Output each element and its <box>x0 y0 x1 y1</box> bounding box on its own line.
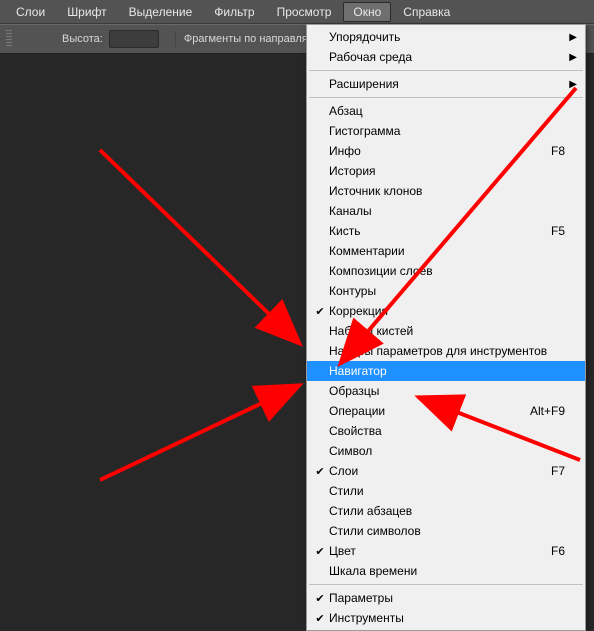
menu-item-shortcut: F6 <box>551 544 565 558</box>
height-label: Высота: <box>62 33 103 45</box>
menu-item-label: Наборы параметров для инструментов <box>329 344 565 358</box>
menu-item-label: История <box>329 164 565 178</box>
menu-item[interactable]: ОперацииAlt+F9 <box>307 401 585 421</box>
menu-item-label: Источник клонов <box>329 184 565 198</box>
menu-item-shortcut: F5 <box>551 224 565 238</box>
menu-item[interactable]: Стили <box>307 481 585 501</box>
menu-item-label: Контуры <box>329 284 565 298</box>
menu-item-shortcut: Alt+F9 <box>530 404 565 418</box>
menu-item[interactable]: Наборы параметров для инструментов <box>307 341 585 361</box>
menu-item-label: Каналы <box>329 204 565 218</box>
menu-item[interactable]: Рабочая среда ▶ <box>307 47 585 67</box>
menu-item-label: Кисть <box>329 224 551 238</box>
menu-separator <box>309 584 583 585</box>
menubar-item-6[interactable]: Справка <box>393 2 460 22</box>
menu-item-label: Параметры <box>329 591 565 605</box>
menu-item-label: Навигатор <box>329 364 565 378</box>
menu-item-label: Стили абзацев <box>329 504 565 518</box>
menu-item[interactable]: Образцы <box>307 381 585 401</box>
menu-item-label: Коррекция <box>329 304 565 318</box>
menu-item-label: Комментарии <box>329 244 565 258</box>
menu-item-label: Стили <box>329 484 565 498</box>
menu-item[interactable]: Абзац <box>307 101 585 121</box>
menubar-item-2[interactable]: Выделение <box>119 2 203 22</box>
menubar: СлоиШрифтВыделениеФильтрПросмотрОкноСпра… <box>0 0 594 24</box>
toolbar-handle <box>6 30 12 48</box>
menu-item[interactable]: Символ <box>307 441 585 461</box>
menu-item[interactable]: ✔СлоиF7 <box>307 461 585 481</box>
menu-item-label: Расширения <box>329 77 565 91</box>
menu-item-label: Операции <box>329 404 530 418</box>
menu-item[interactable]: Шкала времени <box>307 561 585 581</box>
menu-item[interactable]: КистьF5 <box>307 221 585 241</box>
menu-item-shortcut: F8 <box>551 144 565 158</box>
menu-item-label: Цвет <box>329 544 551 558</box>
menu-item-label: Композиции слоев <box>329 264 565 278</box>
menu-item-label: Гистограмма <box>329 124 565 138</box>
submenu-arrow-icon: ▶ <box>569 79 577 90</box>
checkmark-icon: ✔ <box>311 305 329 318</box>
menu-item[interactable]: Стили абзацев <box>307 501 585 521</box>
menubar-item-0[interactable]: Слои <box>6 2 55 22</box>
menu-item[interactable]: ✔Коррекция <box>307 301 585 321</box>
menu-item-label: Рабочая среда <box>329 50 565 64</box>
menubar-item-1[interactable]: Шрифт <box>57 2 116 22</box>
checkmark-icon: ✔ <box>311 545 329 558</box>
checkmark-icon: ✔ <box>311 612 329 625</box>
menu-separator <box>309 97 583 98</box>
menu-item[interactable]: ✔Параметры <box>307 588 585 608</box>
menubar-item-5[interactable]: Окно <box>343 2 391 22</box>
menu-separator <box>309 70 583 71</box>
menu-item[interactable]: Наборы кистей <box>307 321 585 341</box>
height-input[interactable] <box>109 30 159 48</box>
menu-item[interactable]: Расширения ▶ <box>307 74 585 94</box>
menu-item[interactable]: Комментарии <box>307 241 585 261</box>
submenu-arrow-icon: ▶ <box>569 32 577 43</box>
menu-item[interactable]: Свойства <box>307 421 585 441</box>
menubar-item-3[interactable]: Фильтр <box>204 2 264 22</box>
menu-item-label: Упорядочить <box>329 30 565 44</box>
menu-item[interactable]: Навигатор <box>307 361 585 381</box>
menu-item[interactable]: ✔ЦветF6 <box>307 541 585 561</box>
checkmark-icon: ✔ <box>311 465 329 478</box>
menu-item-label: Шкала времени <box>329 564 565 578</box>
menu-item[interactable]: Стили символов <box>307 521 585 541</box>
menu-item-label: Символ <box>329 444 565 458</box>
menu-item-label: Абзац <box>329 104 565 118</box>
menu-item[interactable]: История <box>307 161 585 181</box>
menubar-item-4[interactable]: Просмотр <box>267 2 342 22</box>
menu-item-label: Стили символов <box>329 524 565 538</box>
menu-item[interactable]: Композиции слоев <box>307 261 585 281</box>
menu-item[interactable]: Гистограмма <box>307 121 585 141</box>
menu-item-shortcut: F7 <box>551 464 565 478</box>
menu-item-label: Инфо <box>329 144 551 158</box>
window-menu-dropdown: Упорядочить ▶ Рабочая среда ▶ Расширения ▶ Абз… <box>306 24 586 631</box>
menu-item-label: Свойства <box>329 424 565 438</box>
menu-item[interactable]: Источник клонов <box>307 181 585 201</box>
menu-item-label: Наборы кистей <box>329 324 565 338</box>
menu-item[interactable]: ИнфоF8 <box>307 141 585 161</box>
submenu-arrow-icon: ▶ <box>569 52 577 63</box>
menu-item-label: Образцы <box>329 384 565 398</box>
menu-item[interactable]: ✔Инструменты <box>307 608 585 628</box>
menu-item[interactable]: Упорядочить ▶ <box>307 27 585 47</box>
menu-item[interactable]: Каналы <box>307 201 585 221</box>
menu-item-label: Инструменты <box>329 611 565 625</box>
menu-item-label: Слои <box>329 464 551 478</box>
checkmark-icon: ✔ <box>311 592 329 605</box>
menu-item[interactable]: Контуры <box>307 281 585 301</box>
